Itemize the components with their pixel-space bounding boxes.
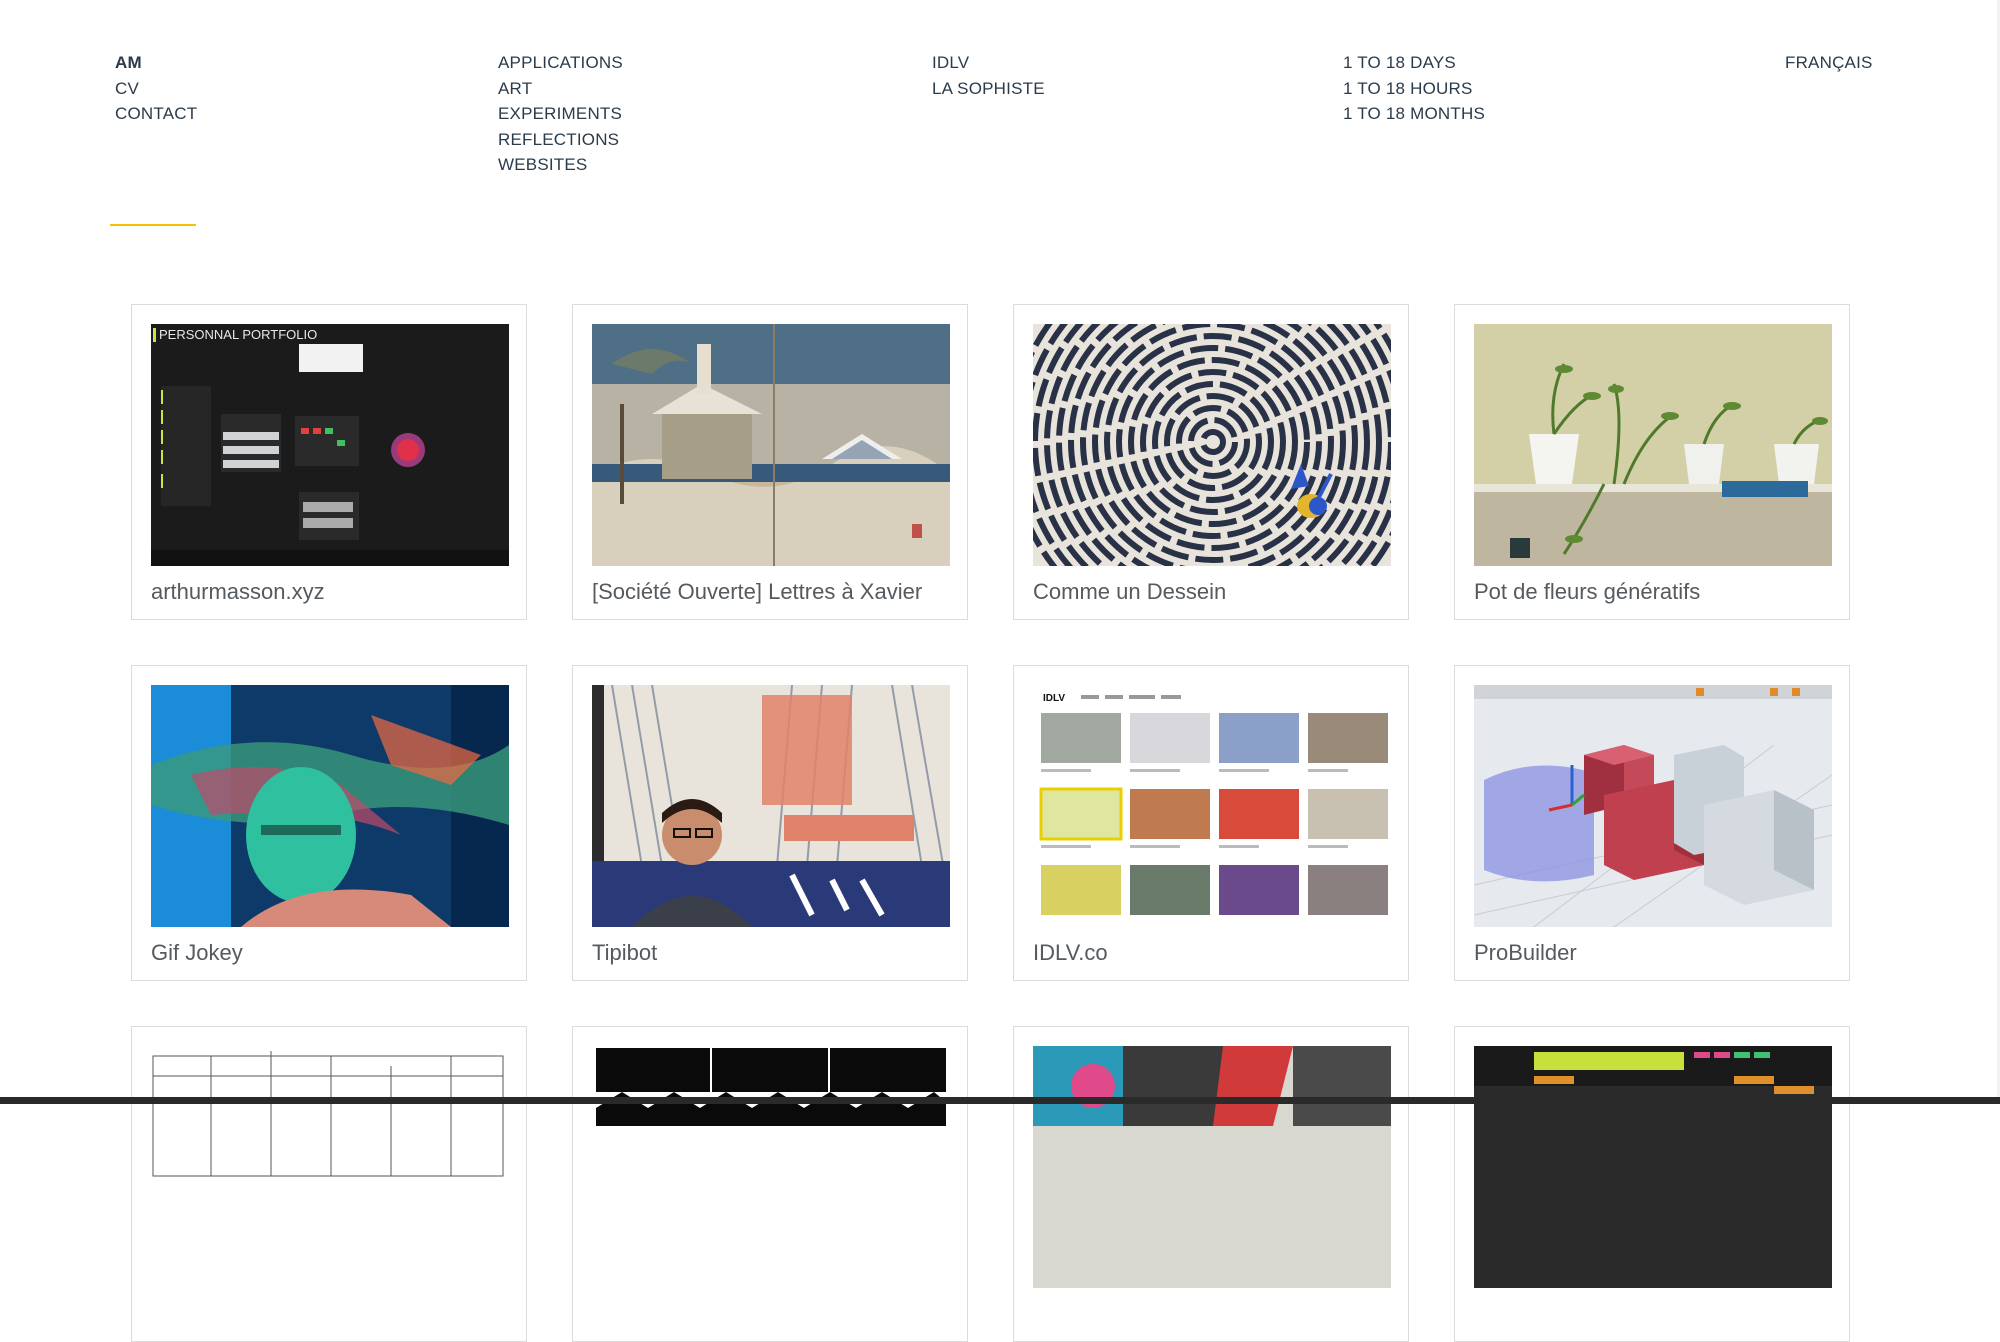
project-card[interactable] xyxy=(131,1026,527,1342)
plant-pots-icon xyxy=(1474,324,1832,566)
maker-faire-portrait-icon xyxy=(592,685,950,927)
project-title[interactable]: [Société Ouverte] Lettres à Xavier xyxy=(592,579,922,605)
project-card[interactable]: Gif Jokey xyxy=(131,665,527,981)
color-photo-icon xyxy=(1033,1046,1391,1288)
spiral-drawing-icon xyxy=(1033,324,1391,566)
project-card[interactable] xyxy=(572,1026,968,1342)
project-title[interactable]: Pot de fleurs génératifs xyxy=(1474,579,1700,605)
project-card[interactable]: Pot de fleurs génératifs xyxy=(1454,304,1850,620)
3d-blocks-icon xyxy=(1474,685,1832,927)
project-card[interactable] xyxy=(1013,1026,1409,1342)
project-title[interactable]: IDLV.co xyxy=(1033,940,1108,966)
project-title[interactable]: ProBuilder xyxy=(1474,940,1577,966)
black-pattern-icon xyxy=(592,1046,950,1288)
project-title[interactable]: Comme un Dessein xyxy=(1033,579,1226,605)
project-card[interactable] xyxy=(1454,1026,1850,1342)
project-card[interactable]: Tipibot xyxy=(572,665,968,981)
project-title[interactable]: Tipibot xyxy=(592,940,657,966)
synth-interface-icon xyxy=(1474,1046,1832,1288)
japanese-print-icon xyxy=(592,324,950,566)
project-card[interactable]: ProBuilder xyxy=(1454,665,1850,981)
project-title[interactable]: Gif Jokey xyxy=(151,940,243,966)
glitch-portrait-icon xyxy=(151,685,509,927)
portfolio-screenshot-icon: PERSONNAL PORTFOLIO xyxy=(151,324,509,566)
website-grid-icon: IDLV xyxy=(1033,685,1391,927)
thumb-logo: IDLV xyxy=(1043,693,1065,704)
floor-plan-icon xyxy=(151,1046,509,1288)
project-card[interactable]: [Société Ouverte] Lettres à Xavier xyxy=(572,304,968,620)
project-title[interactable]: arthurmasson.xyz xyxy=(151,579,325,605)
project-card[interactable]: PERSONNAL PORTFOLIO arthurmasson.xyz xyxy=(131,304,527,620)
project-grid: PERSONNAL PORTFOLIO arthurmasson.xyz [So… xyxy=(0,0,2000,1342)
project-card[interactable]: Comme un Dessein xyxy=(1013,304,1409,620)
thumb-title: PERSONNAL PORTFOLIO xyxy=(159,327,317,342)
project-card[interactable]: IDLV IDLV.co xyxy=(1013,665,1409,981)
window-bottom-edge xyxy=(0,1097,2000,1104)
